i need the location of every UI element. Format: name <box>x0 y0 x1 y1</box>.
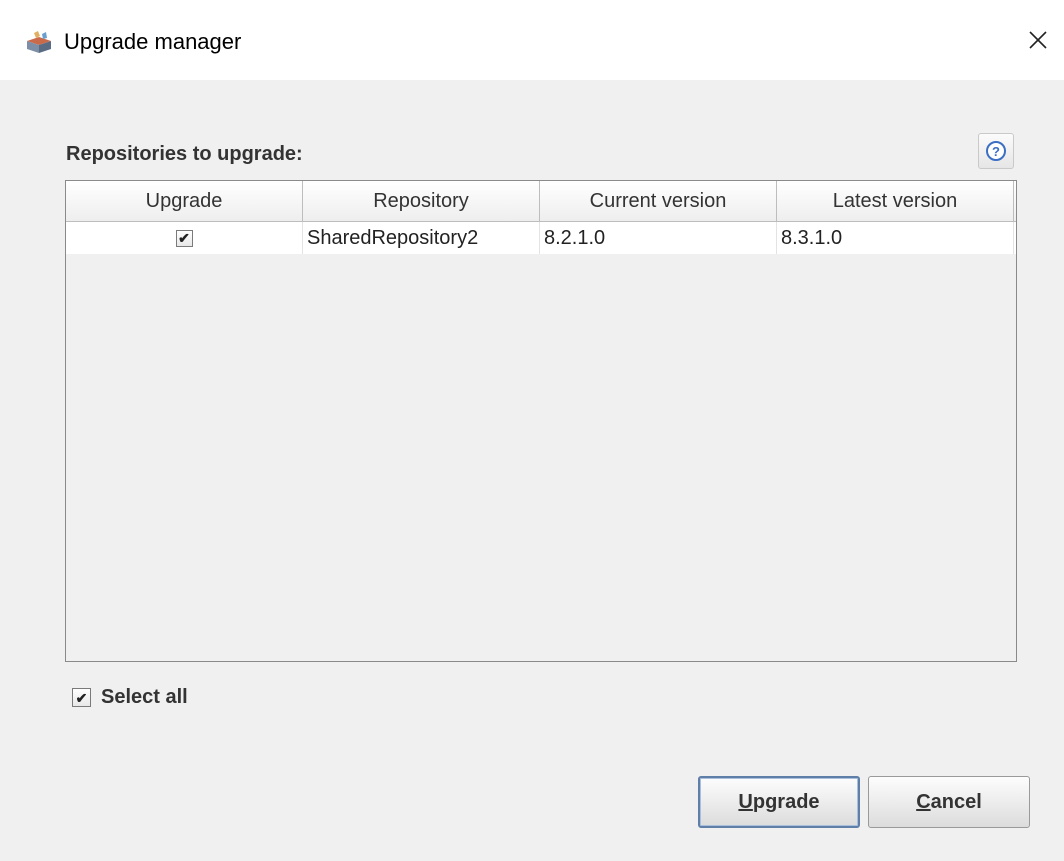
upgrade-label: pgrade <box>752 790 820 813</box>
window-title: Upgrade manager <box>64 29 242 54</box>
table-row[interactable]: ✔ SharedRepository2 8.2.1.0 8.3.1.0 <box>66 222 1016 254</box>
cancel-button[interactable]: Cancel <box>868 776 1030 828</box>
help-icon: ? <box>986 141 1006 161</box>
current-version-cell: 8.2.1.0 <box>540 222 777 254</box>
column-header-repository[interactable]: Repository <box>303 181 540 221</box>
column-header-latest-version[interactable]: Latest version <box>777 181 1014 221</box>
svg-text:?: ? <box>992 144 1000 159</box>
column-header-current-version[interactable]: Current version <box>540 181 777 221</box>
row-upgrade-checkbox[interactable]: ✔ <box>175 229 193 247</box>
cancel-mnemonic: C <box>916 790 931 813</box>
upgrade-cell: ✔ <box>66 222 303 254</box>
select-all-control[interactable]: ✔ Select all <box>72 686 188 709</box>
repositories-label: Repositories to upgrade: <box>66 143 303 165</box>
column-header-upgrade[interactable]: Upgrade <box>66 181 303 221</box>
help-button[interactable]: ? <box>978 133 1014 169</box>
close-button[interactable] <box>1020 22 1056 58</box>
latest-version-cell: 8.3.1.0 <box>777 222 1014 254</box>
repository-cell: SharedRepository2 <box>303 222 540 254</box>
title-bar: Upgrade manager <box>0 0 1064 80</box>
upgrade-manager-dialog: Upgrade manager Repositories to upgrade:… <box>0 0 1064 861</box>
app-icon <box>24 30 54 54</box>
upgrade-button[interactable]: Upgrade <box>698 776 860 828</box>
select-all-checkbox[interactable]: ✔ <box>72 688 91 707</box>
upgrade-mnemonic: U <box>738 790 753 813</box>
select-all-label: Select all <box>101 686 188 708</box>
cancel-label: ancel <box>930 790 982 813</box>
table-header: Upgrade Repository Current version Lates… <box>66 181 1016 222</box>
repositories-table: Upgrade Repository Current version Lates… <box>65 180 1017 662</box>
close-icon <box>1029 31 1047 49</box>
